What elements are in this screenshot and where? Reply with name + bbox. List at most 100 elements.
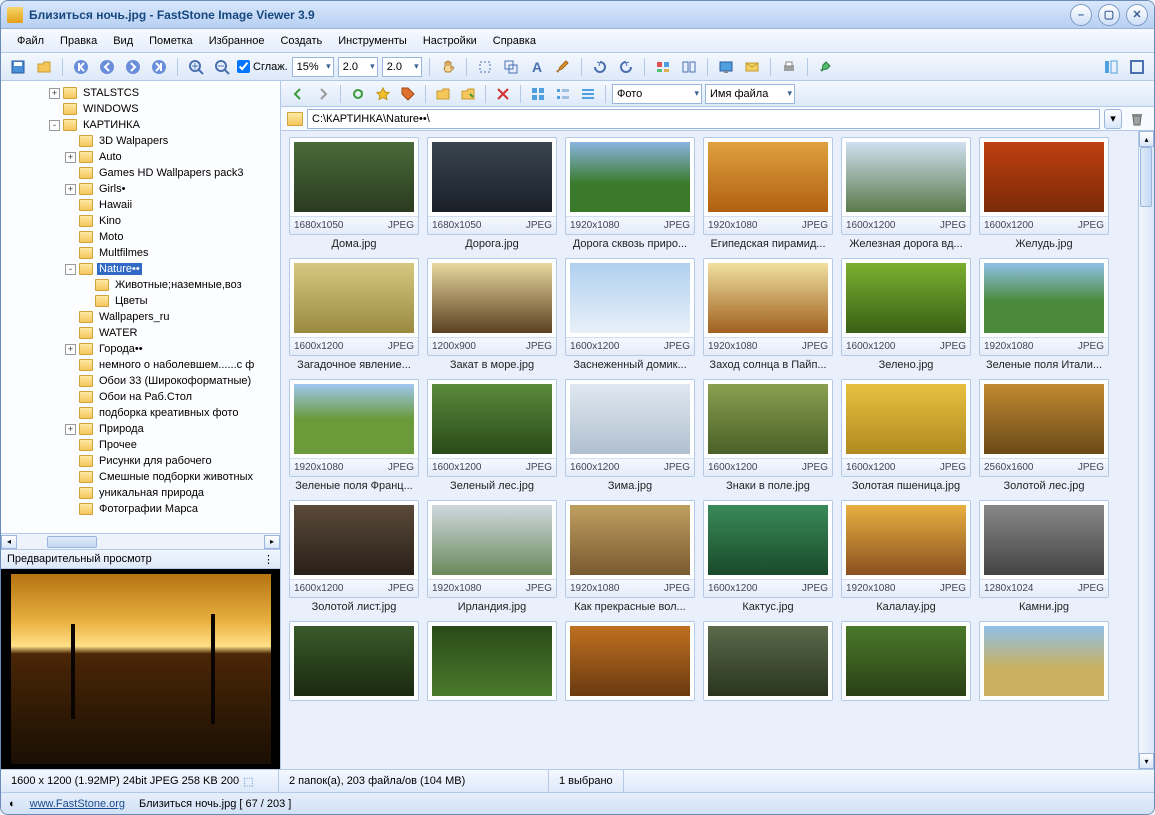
prev-button[interactable]: [96, 56, 118, 78]
tree-node[interactable]: Прочее: [5, 437, 280, 453]
explore-button[interactable]: [457, 83, 479, 105]
thumbnail-item[interactable]: [565, 621, 695, 701]
tree-hscrollbar[interactable]: ◂ ▸: [1, 533, 280, 549]
zoom-in-button[interactable]: [185, 56, 207, 78]
trash-button[interactable]: [1126, 108, 1148, 130]
thumbnail-item[interactable]: 1920x1080JPEGКалалау.jpg: [841, 500, 971, 613]
close-button[interactable]: ✕: [1126, 4, 1148, 26]
wallpaper-button[interactable]: [715, 56, 737, 78]
thumbnail-item[interactable]: [427, 621, 557, 701]
thumbnail-item[interactable]: 1920x1080JPEGДорога сквозь приро...: [565, 137, 695, 250]
tree-node[interactable]: Hawaii: [5, 197, 280, 213]
scroll-thumb[interactable]: [1140, 147, 1152, 207]
menu-Пометка[interactable]: Пометка: [141, 32, 201, 50]
smooth-checkbox[interactable]: Сглаж.: [237, 60, 288, 73]
maximize-button[interactable]: ▢: [1098, 4, 1120, 26]
thumbs-vscrollbar[interactable]: ▴ ▾: [1138, 131, 1154, 769]
path-dropdown-button[interactable]: ▾: [1104, 109, 1122, 129]
slideshow-button[interactable]: [652, 56, 674, 78]
tree-node[interactable]: Games HD Wallpapers pack3: [5, 165, 280, 181]
path-input[interactable]: C:\КАРТИНКА\Nature••\: [307, 109, 1100, 129]
tree-node[interactable]: Цветы: [5, 293, 280, 309]
thumbnail-item[interactable]: 1600x1200JPEGЗима.jpg: [565, 379, 695, 492]
settings-button[interactable]: [815, 56, 837, 78]
sort-combo[interactable]: Имя файла: [705, 84, 795, 104]
tree-node[interactable]: подборка креативных фото: [5, 405, 280, 421]
tree-node[interactable]: Kino: [5, 213, 280, 229]
minimize-button[interactable]: –: [1070, 4, 1092, 26]
filter-combo[interactable]: Фото: [612, 84, 702, 104]
website-link[interactable]: www.FastStone.org: [30, 798, 125, 810]
thumbnail-item[interactable]: 1600x1200JPEGЖелудь.jpg: [979, 137, 1109, 250]
thumbnail-item[interactable]: 1600x1200JPEGЗаснеженный домик...: [565, 258, 695, 371]
thumbnail-item[interactable]: 1600x1200JPEGКактус.jpg: [703, 500, 833, 613]
expand-button[interactable]: +: [65, 344, 76, 355]
tree-node[interactable]: Moto: [5, 229, 280, 245]
tree-node[interactable]: Multfilmes: [5, 245, 280, 261]
menu-Настройки[interactable]: Настройки: [415, 32, 485, 50]
tree-node[interactable]: WINDOWS: [5, 101, 280, 117]
scale1-combo[interactable]: 2.0: [338, 57, 378, 77]
tree-node[interactable]: Рисунки для рабочего: [5, 453, 280, 469]
thumbnail-item[interactable]: 1600x1200JPEGЖелезная дорога вд...: [841, 137, 971, 250]
thumbnail-item[interactable]: 1920x1080JPEGЗаход солнца в Пайп...: [703, 258, 833, 371]
back-button[interactable]: [287, 83, 309, 105]
tree-node[interactable]: -КАРТИНКА: [5, 117, 280, 133]
preview-menu-button[interactable]: ⋮: [263, 553, 274, 566]
menu-Избранное[interactable]: Избранное: [201, 32, 273, 50]
tree-node[interactable]: +Girls•: [5, 181, 280, 197]
menu-Создать[interactable]: Создать: [272, 32, 330, 50]
expand-button[interactable]: -: [65, 264, 76, 275]
forward-button[interactable]: [312, 83, 334, 105]
fullscreen-button[interactable]: [1126, 56, 1148, 78]
menu-Справка[interactable]: Справка: [485, 32, 544, 50]
scroll-right-button[interactable]: ▸: [264, 535, 280, 549]
first-button[interactable]: [70, 56, 92, 78]
thumbnail-item[interactable]: 1920x1080JPEGКак прекрасные вол...: [565, 500, 695, 613]
crop-button[interactable]: [474, 56, 496, 78]
thumbnail-item[interactable]: 1600x1200JPEGЗолотая пшеница.jpg: [841, 379, 971, 492]
tree-node[interactable]: Смешные подборки животных: [5, 469, 280, 485]
thumbnail-item[interactable]: [979, 621, 1109, 701]
thumbnail-item[interactable]: 1920x1080JPEGИрландия.jpg: [427, 500, 557, 613]
thumbnail-item[interactable]: [289, 621, 419, 701]
tree-node[interactable]: -Nature••: [5, 261, 280, 277]
expand-button[interactable]: +: [49, 88, 60, 99]
preview-pane[interactable]: [1, 569, 280, 769]
tag-button[interactable]: [397, 83, 419, 105]
open-folder-button[interactable]: [432, 83, 454, 105]
tree-node[interactable]: +STALSTCS: [5, 85, 280, 101]
hand-tool-button[interactable]: [437, 56, 459, 78]
next-button[interactable]: [122, 56, 144, 78]
thumbnail-item[interactable]: 1680x1050JPEGДорога.jpg: [427, 137, 557, 250]
menu-Правка[interactable]: Правка: [52, 32, 105, 50]
zoom-out-button[interactable]: [211, 56, 233, 78]
thumbnail-item[interactable]: 1920x1080JPEGЗеленые поля Франц...: [289, 379, 419, 492]
thumbnail-item[interactable]: 1200x900JPEGЗакат в море.jpg: [427, 258, 557, 371]
save-button[interactable]: [7, 56, 29, 78]
resize-button[interactable]: [500, 56, 522, 78]
thumbnail-item[interactable]: 1600x1200JPEGЗолотой лист.jpg: [289, 500, 419, 613]
menu-Вид[interactable]: Вид: [105, 32, 141, 50]
view-thumbs-button[interactable]: [527, 83, 549, 105]
email-button[interactable]: [741, 56, 763, 78]
tree-node[interactable]: +Auto: [5, 149, 280, 165]
tree-node[interactable]: Животные;наземные,воз: [5, 277, 280, 293]
thumbnail-item[interactable]: 1280x1024JPEGКамни.jpg: [979, 500, 1109, 613]
thumbnail-item[interactable]: [703, 621, 833, 701]
expand-button[interactable]: -: [49, 120, 60, 131]
thumbnail-item[interactable]: 1920x1080JPEGЕгипедская пирамид...: [703, 137, 833, 250]
expand-button[interactable]: +: [65, 184, 76, 195]
scroll-thumb[interactable]: [47, 536, 97, 548]
tree-node[interactable]: Фотографии Марса: [5, 501, 280, 517]
view-list-button[interactable]: [552, 83, 574, 105]
thumbnail-item[interactable]: 1600x1200JPEGЗелено.jpg: [841, 258, 971, 371]
last-button[interactable]: [148, 56, 170, 78]
favorite-button[interactable]: [372, 83, 394, 105]
thumbnail-item[interactable]: [841, 621, 971, 701]
tree-node[interactable]: Wallpapers_ru: [5, 309, 280, 325]
compare-button[interactable]: [678, 56, 700, 78]
rotate-left-button[interactable]: [589, 56, 611, 78]
tree-node[interactable]: +Города••: [5, 341, 280, 357]
folder-tree[interactable]: +STALSTCSWINDOWS-КАРТИНКА3D Walpapers+Au…: [1, 81, 280, 533]
